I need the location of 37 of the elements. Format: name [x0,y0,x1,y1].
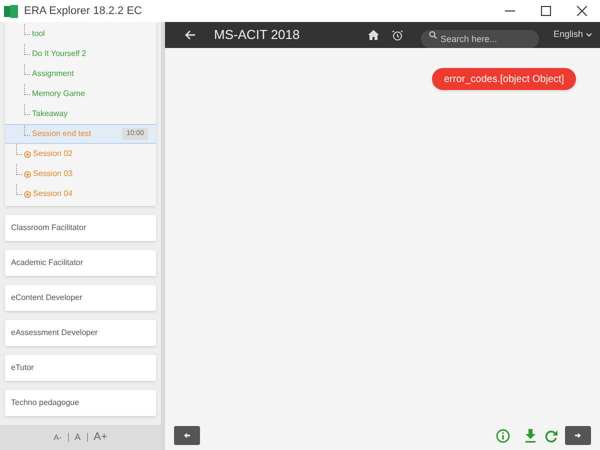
session-item[interactable]: Session 02 [33,148,73,160]
window-title: ERA Explorer 18.2.2 EC [24,4,142,19]
alarm-clock-icon[interactable] [392,30,404,40]
chevron-down-icon [586,33,592,37]
role-card[interactable]: eTutor [5,355,156,381]
tree-item[interactable]: Takeaway [5,104,156,124]
font-size-button[interactable]: A+ [94,429,108,446]
close-icon[interactable] [577,6,587,16]
role-card[interactable]: Classroom Facilitator [5,215,156,241]
role-card[interactable]: eAssessment Developer [5,320,156,346]
tree-item[interactable]: Do It Yourself 2 [5,44,156,64]
tree-item[interactable]: tool [5,24,156,44]
tree-item[interactable]: Memory Game [5,84,156,104]
download-icon[interactable] [525,429,536,443]
maximize-icon[interactable] [541,6,551,16]
previous-button[interactable] [174,426,200,445]
session-item[interactable]: Session 03 [33,168,73,180]
font-size-button[interactable]: A- [54,432,62,444]
home-icon[interactable] [368,30,380,40]
search-field[interactable]: Search here... [421,30,540,48]
session-item[interactable]: Session 04 [33,188,73,200]
course-title: MS-ACIT 2018 [214,26,300,44]
language-dropdown[interactable]: English [553,28,592,42]
refresh-icon[interactable] [545,430,558,443]
search-icon [429,31,438,39]
left-arrow-icon [184,433,190,438]
role-card[interactable]: eContent Developer [5,285,156,311]
tree-item[interactable]: Assignment [5,64,156,84]
role-card[interactable]: Academic Facilitator [5,250,156,276]
info-icon[interactable] [496,429,510,443]
role-card[interactable]: Techno pedagogue [5,390,156,416]
font-size-button[interactable]: A [74,430,81,444]
error-toast: error_codes.[object Object] [432,68,576,90]
next-button[interactable] [565,426,591,445]
back-arrow-icon[interactable] [185,30,196,40]
right-arrow-icon [575,433,581,438]
app-logo-icon [4,4,18,18]
